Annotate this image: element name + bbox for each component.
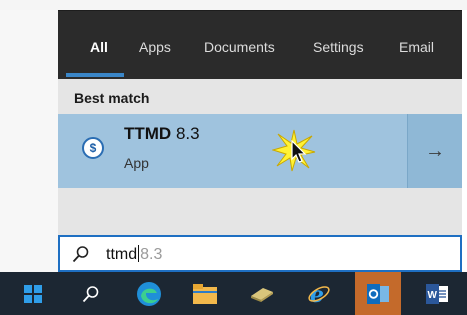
taskbar-app[interactable] [239, 272, 285, 315]
taskbar-outlook[interactable] [355, 272, 401, 315]
tab-email[interactable]: Email [399, 35, 434, 59]
internet-explorer-icon: e [308, 282, 330, 306]
taskbar-edge[interactable] [126, 272, 172, 315]
result-app-type: App [124, 155, 149, 171]
search-query: ttmd 8.3 [106, 245, 163, 263]
taskbar-file-explorer[interactable] [182, 272, 228, 315]
taskbar-word[interactable]: W [414, 272, 460, 315]
mouse-cursor-icon [291, 140, 307, 163]
desktop-strip-left [0, 10, 58, 272]
search-icon [72, 246, 89, 263]
svg-text:W: W [428, 290, 438, 301]
outlook-icon [367, 283, 389, 304]
text-caret [138, 245, 140, 262]
edge-icon [137, 281, 161, 306]
windows-start-icon [24, 284, 42, 303]
taskbar: e W [0, 272, 467, 315]
results-list: Best match $ TTMD 8.3 App → [58, 79, 462, 236]
tab-documents[interactable]: Documents [204, 35, 275, 59]
result-ttmd-app[interactable]: $ TTMD 8.3 App [58, 114, 407, 188]
search-input[interactable]: ttmd 8.3 [58, 235, 462, 272]
search-filter-tabs: All Apps Documents Settings Email [58, 11, 462, 79]
ttmd-app-icon: $ [82, 137, 104, 159]
search-panel: All Apps Documents Settings Email Best m… [58, 10, 462, 236]
arrow-right-icon: → [425, 140, 445, 162]
search-icon [82, 285, 99, 302]
tab-settings[interactable]: Settings [313, 35, 364, 59]
tab-apps[interactable]: Apps [139, 35, 171, 59]
app-icon [251, 287, 273, 302]
active-tab-indicator [66, 73, 124, 77]
tab-all[interactable]: All [90, 35, 108, 59]
desktop-strip-right [462, 10, 467, 272]
word-icon: W [426, 283, 448, 304]
best-match-heading: Best match [74, 90, 150, 106]
open-details-button[interactable]: → [407, 114, 462, 188]
start-button[interactable] [10, 272, 56, 315]
taskbar-internet-explorer[interactable]: e [296, 272, 342, 315]
result-app-name: TTMD 8.3 [124, 124, 200, 143]
taskbar-search-button[interactable] [68, 272, 114, 315]
screen: All Apps Documents Settings Email Best m… [0, 0, 467, 315]
desktop-strip-top [0, 0, 467, 10]
file-explorer-icon [193, 283, 217, 304]
